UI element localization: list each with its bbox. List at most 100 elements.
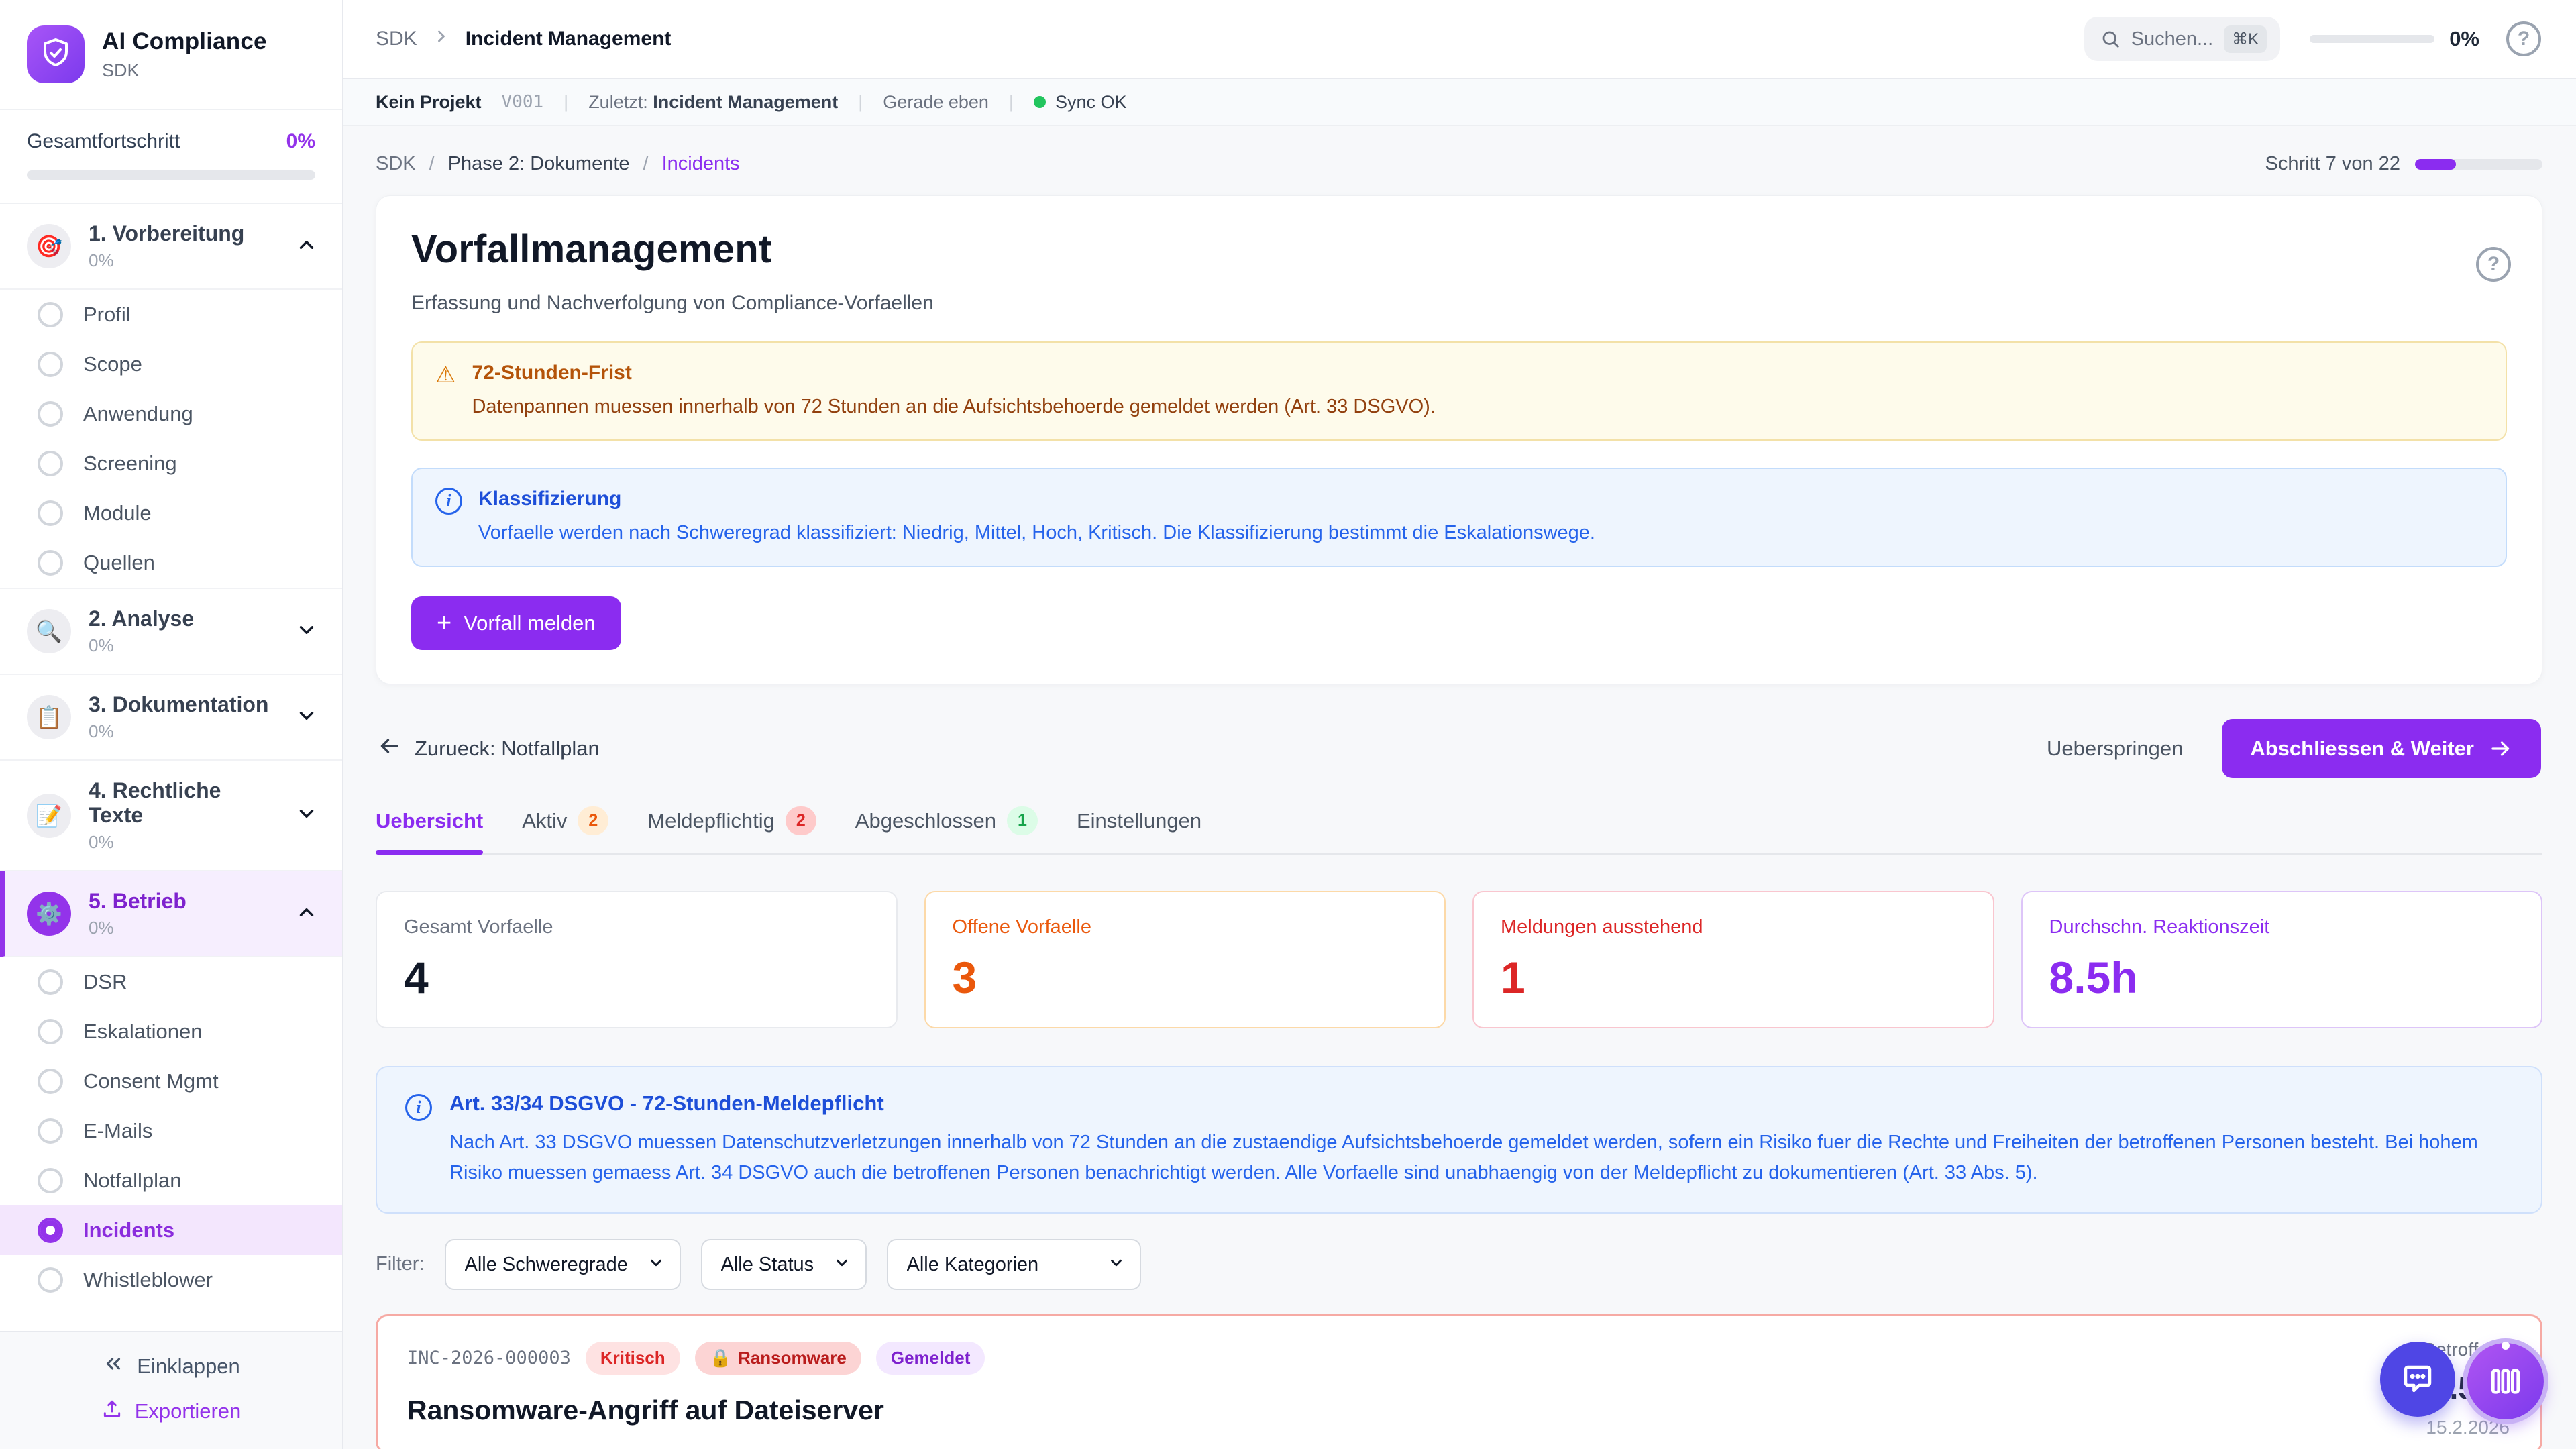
chat-fab-button[interactable] xyxy=(2380,1342,2455,1417)
tab-uebersicht[interactable]: Uebersicht xyxy=(376,806,483,853)
sidebar-item-screening[interactable]: Screening xyxy=(0,439,342,488)
status-circle-icon xyxy=(38,451,63,476)
section-label: 5. Betrieb xyxy=(89,889,278,914)
report-incident-button[interactable]: + Vorfall melden xyxy=(411,596,621,650)
sidebar-item-scope[interactable]: Scope xyxy=(0,339,342,389)
section-label: 4. Rechtliche Texte xyxy=(89,778,278,828)
stat-value: 8.5h xyxy=(2049,952,2515,1003)
vorfallmanagement-card: ? Vorfallmanagement Erfassung und Nachve… xyxy=(376,195,2542,684)
sidebar-item-label: Scope xyxy=(83,352,142,376)
sidebar-item-incidents[interactable]: Incidents xyxy=(0,1205,342,1255)
chevron-down-icon xyxy=(295,802,318,828)
sidebar-section-rechtliche-texte[interactable]: 📝 4. Rechtliche Texte 0% xyxy=(0,761,342,871)
app-title: AI Compliance xyxy=(102,28,267,55)
tab-badge: 2 xyxy=(786,806,816,835)
back-label: Zurueck: Notfallplan xyxy=(415,737,600,761)
status-circle-icon xyxy=(38,1267,63,1293)
sidebar-section-betrieb[interactable]: ⚙️ 5. Betrieb 0% xyxy=(0,871,342,957)
tab-aktiv[interactable]: Aktiv 2 xyxy=(522,806,608,853)
lock-icon: 🔒 xyxy=(710,1348,731,1368)
law-title: Art. 33/34 DSGVO - 72-Stunden-Meldepflic… xyxy=(449,1091,2513,1116)
sidebar-item-module[interactable]: Module xyxy=(0,488,342,538)
sidebar-section-vorbereitung[interactable]: 🎯 1. Vorbereitung 0% xyxy=(0,204,342,290)
search-input[interactable]: Suchen... ⌘K xyxy=(2084,17,2281,61)
overall-progress-value: 0% xyxy=(286,130,315,153)
breadcrumb-phase[interactable]: Phase 2: Dokumente xyxy=(448,153,630,175)
tab-meldepflichtig[interactable]: Meldepflichtig 2 xyxy=(647,806,816,853)
stat-offene-vorfaelle: Offene Vorfaelle 3 xyxy=(924,891,1446,1028)
stat-cards: Gesamt Vorfaelle 4 Offene Vorfaelle 3 Me… xyxy=(376,891,2542,1028)
collapse-label: Einklappen xyxy=(137,1354,239,1379)
sidebar-item-profil[interactable]: Profil xyxy=(0,290,342,339)
chevron-right-icon xyxy=(432,27,451,51)
sidebar-item-quellen[interactable]: Quellen xyxy=(0,538,342,589)
report-incident-label: Vorfall melden xyxy=(464,611,595,635)
section-label: 1. Vorbereitung xyxy=(89,221,278,246)
chevron-down-icon xyxy=(295,704,318,731)
sidebar-item-label: Anwendung xyxy=(83,402,193,426)
project-version: V001 xyxy=(502,92,544,112)
card-help-button[interactable]: ? xyxy=(2476,247,2511,282)
incident-card-ransomware[interactable]: INC-2026-000003 Kritisch 🔒 Ransomware Ge… xyxy=(376,1314,2542,1449)
sidebar-item-anwendung[interactable]: Anwendung xyxy=(0,389,342,439)
kanban-fab-button[interactable] xyxy=(2467,1343,2544,1419)
overall-progress: Gesamtfortschritt 0% xyxy=(0,109,342,203)
breadcrumb-root[interactable]: SDK xyxy=(376,28,417,50)
sidebar-item-label: Notfallplan xyxy=(83,1169,181,1193)
stat-label: Durchschn. Reaktionszeit xyxy=(2049,916,2515,938)
section-percent: 0% xyxy=(89,832,278,853)
skip-button[interactable]: Ueberspringen xyxy=(2027,723,2203,774)
chat-bubble-icon xyxy=(2400,1361,2436,1397)
breadcrumb-sdk[interactable]: SDK xyxy=(376,153,416,175)
export-label: Exportieren xyxy=(135,1399,241,1424)
wizard-nav-row: Zurueck: Notfallplan Ueberspringen Absch… xyxy=(377,719,2541,778)
tab-einstellungen[interactable]: Einstellungen xyxy=(1077,806,1201,853)
info-text: Vorfaelle werden nach Schweregrad klassi… xyxy=(478,519,1595,547)
severity-badge: Kritisch xyxy=(586,1342,680,1375)
search-shortcut-badge: ⌘K xyxy=(2224,25,2267,53)
filter-label: Filter: xyxy=(376,1253,425,1275)
section-percent: 0% xyxy=(89,250,278,271)
status-circle-icon xyxy=(38,969,63,995)
sidebar-item-emails[interactable]: E-Mails xyxy=(0,1106,342,1156)
warning-text: Datenpannen muessen innerhalb von 72 Stu… xyxy=(472,392,1435,421)
tab-abgeschlossen[interactable]: Abgeschlossen 1 xyxy=(855,806,1038,853)
main-area: SDK Incident Management Suchen... ⌘K 0% … xyxy=(343,0,2576,1449)
sidebar-nav: 🎯 1. Vorbereitung 0% Profil Scope Anwend… xyxy=(0,203,342,1331)
status-filter-select[interactable]: Alle Status xyxy=(701,1239,867,1290)
sidebar-item-eskalationen[interactable]: Eskalationen xyxy=(0,1007,342,1057)
info-icon: i xyxy=(435,488,462,515)
sidebar-section-analyse[interactable]: 🔍 2. Analyse 0% xyxy=(0,589,342,675)
project-name: Kein Projekt xyxy=(376,92,482,113)
complete-next-button[interactable]: Abschliessen & Weiter xyxy=(2222,719,2541,778)
tab-label: Meldepflichtig xyxy=(647,809,775,833)
sidebar-item-dsr[interactable]: DSR xyxy=(0,957,342,1007)
sync-status-label: Sync OK xyxy=(1055,92,1127,113)
sidebar-item-label: E-Mails xyxy=(83,1119,152,1143)
sidebar-item-whistleblower[interactable]: Whistleblower xyxy=(0,1255,342,1305)
incident-date: 15.2.2026 xyxy=(2423,1417,2510,1438)
back-link[interactable]: Zurueck: Notfallplan xyxy=(377,734,600,763)
sidebar-section-dokumentation[interactable]: 📋 3. Dokumentation 0% xyxy=(0,675,342,761)
sidebar-item-notfallplan[interactable]: Notfallplan xyxy=(0,1156,342,1205)
help-button[interactable]: ? xyxy=(2506,21,2541,56)
content-breadcrumb-row: SDK / Phase 2: Dokumente / Incidents Sch… xyxy=(376,153,2542,175)
section-label: 3. Dokumentation xyxy=(89,692,278,717)
app-logo xyxy=(27,25,85,83)
severity-filter-select[interactable]: Alle Schweregrade xyxy=(445,1239,681,1290)
page-subtitle: Erfassung und Nachverfolgung von Complia… xyxy=(411,292,2507,315)
gear-icon: ⚙️ xyxy=(27,892,71,936)
stat-value: 1 xyxy=(1501,952,1966,1003)
header-progress-bar xyxy=(2310,35,2434,43)
sidebar-item-consent-mgmt[interactable]: Consent Mgmt xyxy=(0,1057,342,1106)
last-step-value: Incident Management xyxy=(653,92,838,112)
sidebar-item-label: DSR xyxy=(83,970,127,994)
tab-label: Uebersicht xyxy=(376,809,483,833)
collapse-sidebar-button[interactable]: Einklappen xyxy=(102,1352,239,1381)
topbar-breadcrumb: SDK Incident Management xyxy=(376,27,671,51)
chevron-down-icon xyxy=(295,619,318,645)
breadcrumb-current: Incidents xyxy=(662,153,740,175)
export-button[interactable]: Exportieren xyxy=(101,1398,241,1425)
category-filter-select[interactable]: Alle Kategorien xyxy=(887,1239,1141,1290)
section-percent: 0% xyxy=(89,918,278,938)
